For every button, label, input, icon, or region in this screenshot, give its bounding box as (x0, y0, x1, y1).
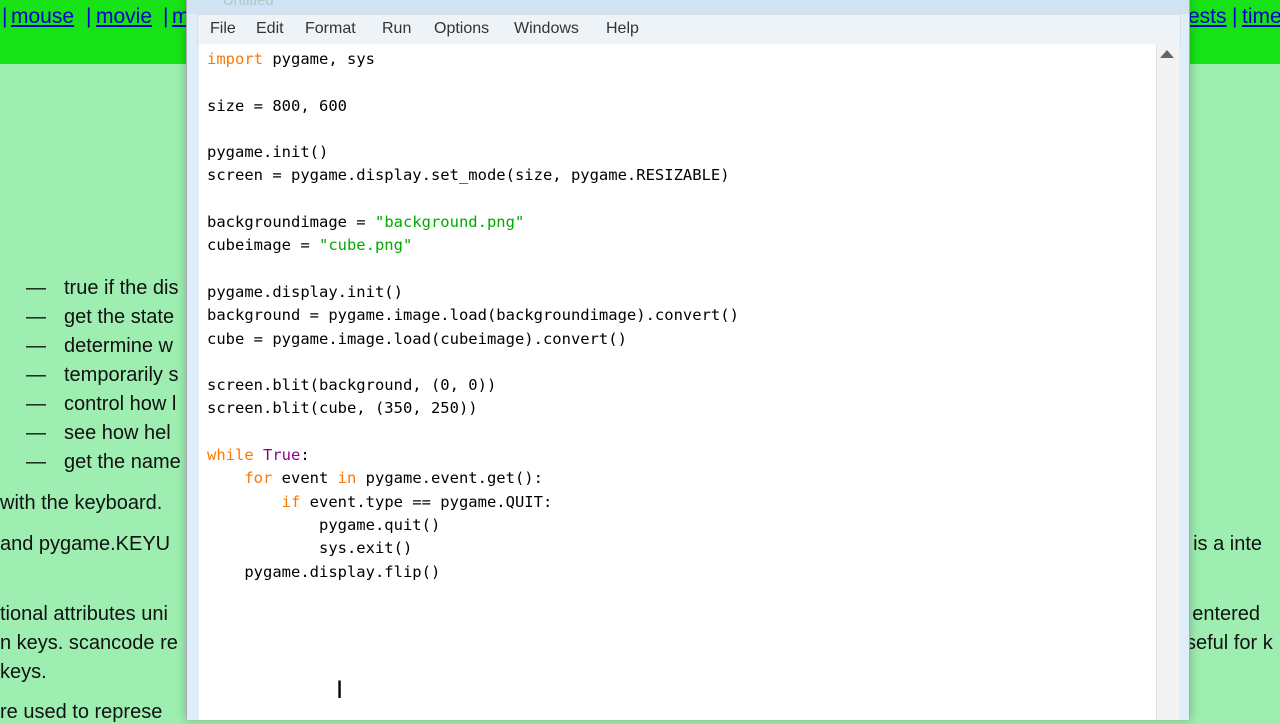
scroll-up-arrow-icon[interactable] (1160, 50, 1174, 58)
nav-separator: | (163, 5, 169, 28)
menu-file[interactable]: File (210, 20, 236, 38)
page-text: t is a inte (1182, 533, 1263, 555)
code-text[interactable]: import pygame, sys size = 800, 600 pygam… (207, 48, 739, 584)
menu-help[interactable]: Help (606, 20, 639, 38)
menu-edit[interactable]: Edit (256, 20, 284, 38)
page-text: with the keyboard. (0, 492, 163, 514)
code-line: cubeimage = (207, 236, 319, 255)
code-line: backgroundimage = (207, 213, 375, 232)
keyword-if: if (281, 492, 301, 511)
code-line: cube = pygame.image.load(cubeimage).conv… (207, 329, 627, 348)
code-line: event (272, 469, 338, 488)
page-text: r entered (1180, 603, 1261, 625)
bullet-dash: — (26, 277, 46, 299)
keyword-for: for (244, 469, 273, 488)
nav-link-time[interactable]: time (1242, 5, 1280, 29)
bullet-text: control how l (64, 393, 177, 415)
string-literal: "background.png" (374, 213, 525, 232)
page-text: keys. (0, 661, 47, 683)
menu-windows[interactable]: Windows (514, 20, 579, 38)
page-text: and pygame.KEYU (0, 533, 171, 555)
nav-separator: | (2, 5, 8, 28)
bullet-text: determine w (64, 335, 173, 357)
keyword-while: while (207, 446, 254, 465)
idle-editor-window[interactable]: *Untitled* File Edit Format Run Options … (186, 0, 1190, 720)
nav-separator: | (86, 5, 92, 28)
nav-link-ests[interactable]: ests (1188, 5, 1227, 29)
page-text: re used to represe (0, 701, 163, 723)
menu-run[interactable]: Run (382, 20, 411, 38)
menu-options[interactable]: Options (434, 20, 489, 38)
keyword-in: in (337, 469, 357, 488)
string-literal: "cube.png" (318, 236, 413, 255)
bullet-dash: — (26, 422, 46, 444)
code-line: pygame.quit() (318, 515, 441, 534)
vertical-scrollbar[interactable] (1156, 44, 1179, 720)
code-line: screen.blit(cube, (350, 250)) (207, 399, 478, 418)
code-line: pygame, sys (263, 50, 375, 68)
bullet-dash: — (26, 306, 46, 328)
menu-format[interactable]: Format (305, 20, 356, 38)
window-title: *Untitled* (217, 0, 280, 9)
code-punct: : (300, 446, 310, 465)
menu-bar: File Edit Format Run Options Windows Hel… (197, 14, 1181, 46)
code-line: pygame.display.flip() (244, 562, 441, 581)
code-line: background = pygame.image.load(backgroun… (207, 306, 739, 325)
code-line: pygame.display.init() (207, 282, 403, 301)
bullet-dash: — (26, 364, 46, 386)
nav-link-movie[interactable]: movie (96, 5, 152, 29)
bullet-text: temporarily s (64, 364, 179, 386)
bullet-dash: — (26, 335, 46, 357)
ibeam-cursor-icon: I (336, 676, 344, 704)
nav-link-mouse[interactable]: mouse (11, 5, 74, 29)
page-text: tional attributes uni (0, 603, 168, 625)
bullet-dash: — (26, 451, 46, 473)
code-editor[interactable]: import pygame, sys size = 800, 600 pygam… (199, 44, 1179, 720)
bullet-text: see how hel (64, 422, 171, 444)
code-line: size = 800, 600 (207, 96, 347, 115)
title-bar[interactable]: *Untitled* (187, 0, 1189, 14)
code-line: event.type == pygame.QUIT: (300, 492, 553, 511)
code-line: screen.blit(background, (0, 0)) (207, 376, 497, 395)
page-text: n keys. scancode re (0, 632, 178, 654)
page-text: seful for k (1186, 632, 1273, 654)
bullet-dash: — (26, 393, 46, 415)
bullet-text: get the name (64, 451, 181, 473)
code-line: pygame.init() (207, 143, 329, 162)
builtin-true: True (263, 446, 301, 465)
code-line: screen = pygame.display.set_mode(size, p… (207, 166, 730, 185)
bullet-text: true if the dis (64, 277, 179, 299)
keyword-import: import (207, 50, 263, 68)
nav-separator: | (1232, 5, 1238, 28)
code-line: sys.exit() (318, 539, 413, 558)
code-line: pygame.event.get(): (356, 469, 543, 488)
bullet-text: get the state (64, 306, 175, 328)
